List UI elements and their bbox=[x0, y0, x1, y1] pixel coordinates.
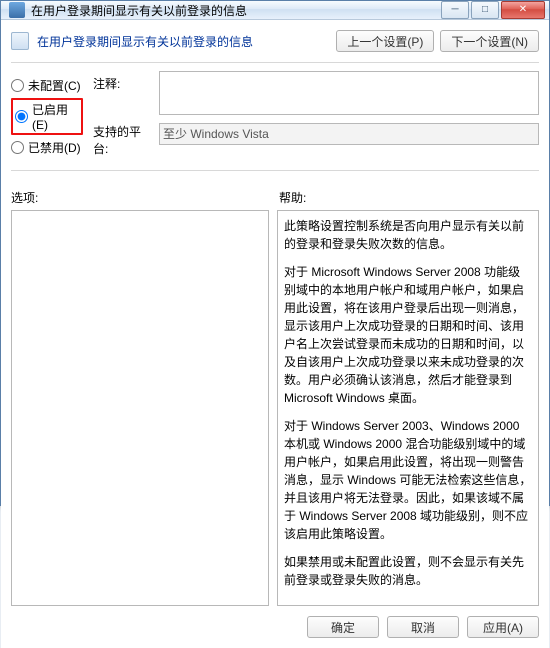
radio-disabled-label: 已禁用(D) bbox=[28, 139, 81, 156]
policy-icon bbox=[11, 32, 29, 50]
radio-disabled-input[interactable] bbox=[11, 141, 24, 154]
radio-group: 未配置(C) 已启用(E) 已禁用(D) bbox=[11, 71, 83, 160]
app-icon bbox=[9, 2, 25, 18]
help-paragraph: 此策略设置控制系统是否向用户显示有关以前的登录和登录失败次数的信息。 bbox=[284, 217, 532, 253]
policy-title: 在用户登录期间显示有关以前登录的信息 bbox=[37, 33, 328, 50]
radio-enabled[interactable]: 已启用(E) bbox=[15, 101, 79, 132]
comment-textarea[interactable] bbox=[159, 71, 539, 115]
platform-textarea bbox=[159, 123, 539, 145]
window-title: 在用户登录期间显示有关以前登录的信息 bbox=[31, 2, 441, 19]
help-label: 帮助: bbox=[279, 189, 306, 206]
next-setting-button[interactable]: 下一个设置(N) bbox=[440, 30, 539, 52]
ok-button[interactable]: 确定 bbox=[307, 616, 379, 638]
help-paragraph: 对于 Windows Server 2003、Windows 2000 本机或 … bbox=[284, 417, 532, 543]
close-button[interactable]: ✕ bbox=[501, 1, 545, 19]
radio-not-configured-input[interactable] bbox=[11, 79, 24, 92]
apply-button[interactable]: 应用(A) bbox=[467, 616, 539, 638]
minimize-button[interactable]: ─ bbox=[441, 1, 469, 19]
previous-setting-button[interactable]: 上一个设置(P) bbox=[336, 30, 434, 52]
cancel-button[interactable]: 取消 bbox=[387, 616, 459, 638]
radio-enabled-input[interactable] bbox=[15, 110, 28, 123]
radio-not-configured-label: 未配置(C) bbox=[28, 77, 81, 94]
dialog-window: 在用户登录期间显示有关以前登录的信息 ─ □ ✕ 在用户登录期间显示有关以前登录… bbox=[0, 0, 550, 506]
window-controls: ─ □ ✕ bbox=[441, 1, 545, 19]
options-pane[interactable] bbox=[11, 210, 269, 606]
options-label: 选项: bbox=[11, 189, 269, 206]
platform-label: 支持的平台: bbox=[93, 119, 149, 145]
maximize-button[interactable]: □ bbox=[471, 1, 499, 19]
comment-label: 注释: bbox=[93, 71, 149, 119]
radio-not-configured[interactable]: 未配置(C) bbox=[11, 77, 83, 94]
titlebar[interactable]: 在用户登录期间显示有关以前登录的信息 ─ □ ✕ bbox=[1, 1, 549, 20]
help-pane[interactable]: 此策略设置控制系统是否向用户显示有关以前的登录和登录失败次数的信息。对于 Mic… bbox=[277, 210, 539, 606]
help-paragraph: 对于 Microsoft Windows Server 2008 功能级别域中的… bbox=[284, 263, 532, 407]
divider-2 bbox=[11, 170, 539, 171]
radio-enabled-label: 已启用(E) bbox=[32, 101, 79, 132]
radio-disabled[interactable]: 已禁用(D) bbox=[11, 139, 83, 156]
divider bbox=[11, 62, 539, 63]
content-area: 在用户登录期间显示有关以前登录的信息 上一个设置(P) 下一个设置(N) 未配置… bbox=[1, 20, 549, 648]
help-paragraph: 如果禁用或未配置此设置，则不会显示有关先前登录或登录失败的消息。 bbox=[284, 553, 532, 589]
